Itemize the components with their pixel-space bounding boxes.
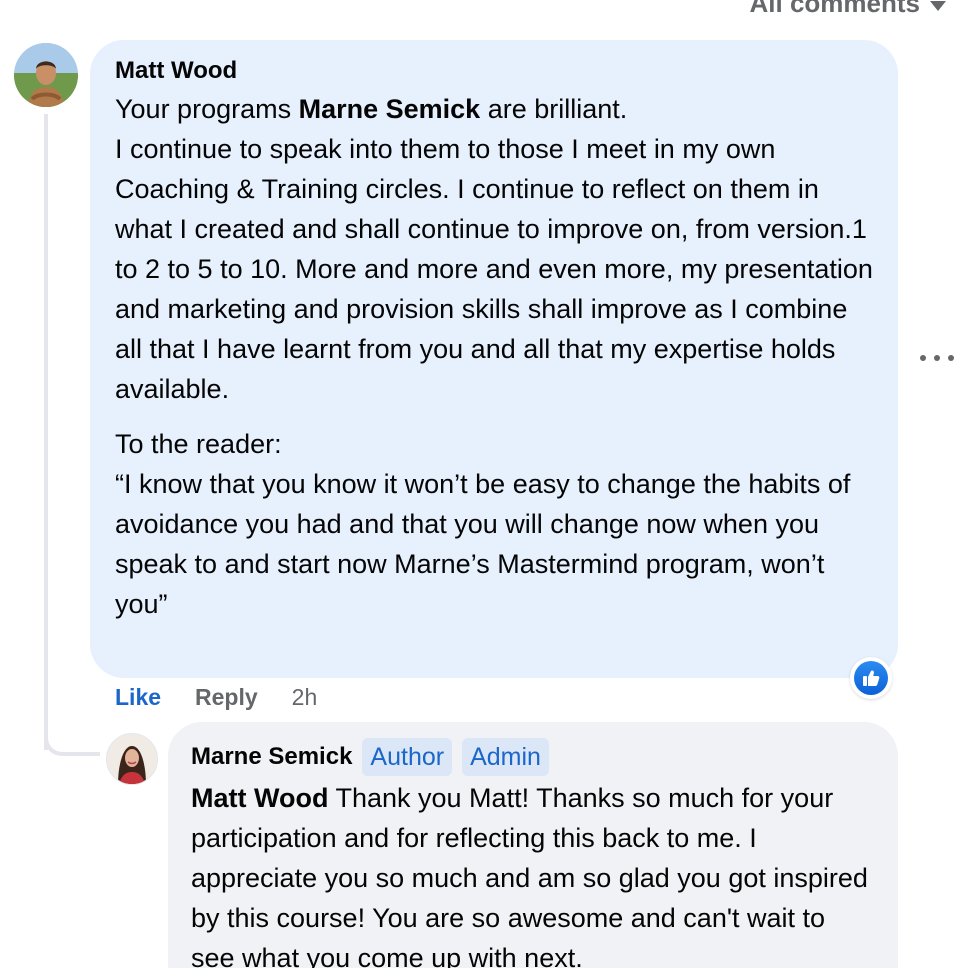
sort-comments-dropdown[interactable]: All comments: [749, 0, 946, 19]
profile-photo-icon: [14, 43, 78, 107]
more-dot: [920, 355, 926, 361]
reply-author-name[interactable]: Marne Semick: [191, 743, 352, 771]
mention-matt-wood[interactable]: Matt Wood: [191, 783, 328, 813]
comment-actions: Like Reply 2h: [115, 680, 317, 714]
author-badge: Author: [362, 738, 453, 776]
comment-reader-heading: To the reader:: [115, 429, 282, 459]
reply-bubble: Marne Semick Author Admin Matt Wood Than…: [168, 722, 898, 968]
avatar-marne-semick[interactable]: [106, 733, 158, 785]
comment-body: Your programs Marne Semick are brilliant…: [115, 89, 873, 624]
comment-text-end: are brilliant.: [480, 94, 628, 124]
admin-badge: Admin: [462, 738, 549, 776]
profile-photo-icon: [107, 734, 157, 784]
sort-label: All comments: [749, 0, 921, 18]
thread-connector-line: [44, 114, 48, 750]
caret-down-icon: [930, 0, 946, 11]
avatar-matt-wood[interactable]: [14, 43, 78, 107]
more-dot: [934, 355, 940, 361]
like-reaction-badge[interactable]: [850, 657, 892, 699]
comment-author-name[interactable]: Matt Wood: [115, 57, 873, 85]
comment-text-start: Your programs: [115, 94, 299, 124]
reply-header: Marne Semick Author Admin: [191, 738, 875, 776]
like-button[interactable]: Like: [115, 680, 161, 714]
comment-paragraph-1: Your programs Marne Semick are brilliant…: [115, 89, 873, 409]
reply-button[interactable]: Reply: [195, 680, 258, 714]
reply-connector-elbow: [44, 706, 100, 756]
more-options-icon[interactable]: [920, 348, 954, 368]
comment-text-continued: I continue to speak into them to those I…: [115, 134, 873, 404]
mention-marne-semick[interactable]: Marne Semick: [299, 94, 481, 124]
more-dot: [948, 355, 954, 361]
thumbs-up-icon: [854, 661, 888, 695]
comment-paragraph-2: To the reader: “I know that you know it …: [115, 424, 873, 624]
comment-bubble: Matt Wood Your programs Marne Semick are…: [90, 40, 898, 678]
comment-thread: All comments Matt Wood Your programs Mar…: [0, 0, 978, 968]
comment-timestamp[interactable]: 2h: [292, 680, 318, 714]
reply-body: Matt Wood Thank you Matt! Thanks so much…: [191, 778, 875, 968]
thumbs-up-glyph: [863, 670, 880, 686]
comment-reader-quote: “I know that you know it won’t be easy t…: [115, 469, 851, 619]
